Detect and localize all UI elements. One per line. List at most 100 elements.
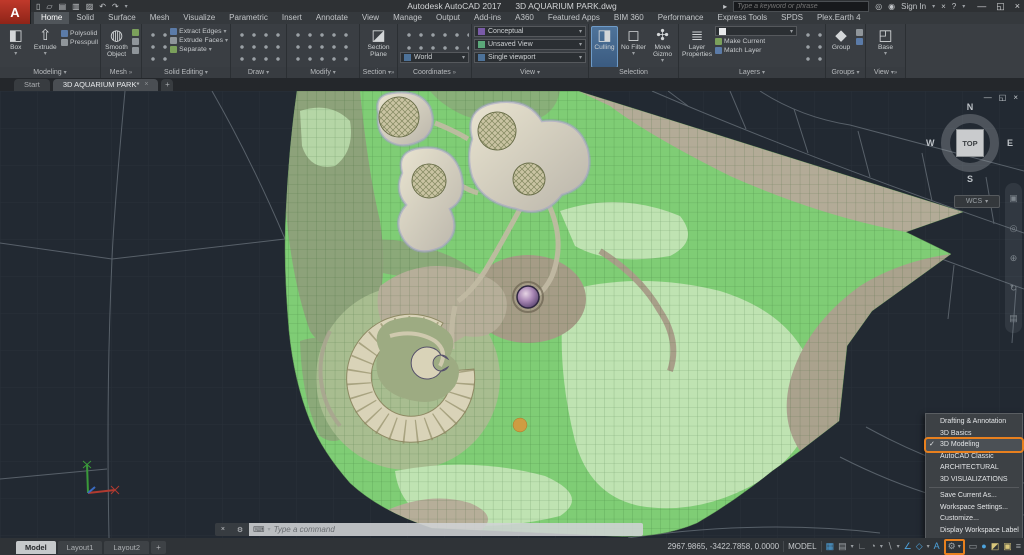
tab-a360[interactable]: A360 — [508, 12, 541, 24]
menu-item-workspace-settings[interactable]: Workspace Settings... — [926, 502, 1022, 514]
ucs-dropdown[interactable]: World▾ — [400, 52, 469, 63]
showmotion-icon[interactable]: ▤ — [1009, 313, 1018, 324]
ortho-mode-icon[interactable]: ∟ — [858, 538, 867, 555]
sphere-feature[interactable] — [513, 282, 543, 312]
ucs-tools-row[interactable] — [400, 26, 469, 37]
polysolid-button[interactable]: Polysolid — [61, 30, 98, 37]
orange-marker[interactable] — [513, 418, 527, 432]
tab-visualize[interactable]: Visualize — [176, 12, 222, 24]
ucs-tools-row2[interactable] — [400, 39, 469, 50]
layer-properties-button[interactable]: ≣Layer Properties — [681, 26, 713, 68]
tab-surface[interactable]: Surface — [101, 12, 143, 24]
tab-insert[interactable]: Insert — [275, 12, 309, 24]
help-dropdown-icon[interactable]: ▾ — [962, 3, 965, 10]
command-line[interactable]: × ⚙ ⌨ ▾ Type a command — [215, 523, 643, 536]
grid-display-icon[interactable]: ▤ — [838, 538, 847, 555]
isolate-objects-icon[interactable]: ◩ — [991, 538, 1000, 555]
layout-tab-layout2[interactable]: Layout2 — [104, 541, 149, 554]
tab-home[interactable]: Home — [34, 12, 69, 24]
visual-style-dropdown[interactable]: Conceptual▾ — [474, 26, 586, 37]
layer-dropdown[interactable]: ▾ — [715, 26, 797, 36]
search-expand-icon[interactable]: ▸ — [723, 2, 727, 11]
tab-addins[interactable]: Add-ins — [467, 12, 508, 24]
layout-tab-model[interactable]: Model — [16, 541, 56, 554]
box-button[interactable]: ◧Box▾ — [2, 26, 30, 68]
panel-label-layers[interactable]: Layers ▾ — [679, 67, 825, 78]
base-button[interactable]: ◰Base▾ — [870, 26, 902, 68]
panel-label-solid-editing[interactable]: Solid Editing ▾ — [142, 67, 230, 78]
restore-button[interactable]: ◱ — [996, 1, 1005, 12]
customize-icon[interactable]: ≡ — [1016, 538, 1021, 555]
group-tool-icon[interactable] — [856, 29, 863, 36]
culling-button[interactable]: ◨Culling — [591, 26, 618, 68]
viewport-minimize-icon[interactable]: — — [984, 93, 992, 102]
hardware-acceleration-icon[interactable]: ● — [981, 538, 986, 555]
file-tab-document[interactable]: 3D AQUARIUM PARK*× — [53, 79, 159, 91]
tab-mesh[interactable]: Mesh — [143, 12, 177, 24]
drawing-area[interactable]: — ◱ × TOP N S W E WCS▾ ▣ ◎ ⊕ ↻ ▤ × ⚙ — [0, 91, 1024, 538]
new-layout-button[interactable]: + — [151, 541, 166, 554]
tab-plexearth[interactable]: Plex.Earth 4 — [810, 12, 868, 24]
mesh-tool-icon[interactable] — [132, 29, 139, 36]
viewcube-east[interactable]: E — [1007, 138, 1013, 148]
command-close-icon[interactable]: × — [221, 526, 225, 533]
mesh-tool-icon[interactable] — [132, 38, 139, 45]
menu-item-architectural[interactable]: ARCHITECTURAL — [926, 462, 1022, 474]
extract-edges-button[interactable]: Extract Edges▾ — [170, 28, 228, 35]
presspull-button[interactable]: Presspull — [61, 39, 98, 46]
viewcube-north[interactable]: N — [932, 102, 1008, 112]
sign-in-dropdown-icon[interactable]: ▾ — [932, 3, 935, 10]
menu-item-3d-visualizations[interactable]: 3D VISUALIZATIONS — [926, 474, 1022, 486]
tab-annotate[interactable]: Annotate — [309, 12, 355, 24]
tab-performance[interactable]: Performance — [651, 12, 711, 24]
chevron-down-icon[interactable]: ▾ — [880, 543, 883, 550]
match-layer-button[interactable]: Match Layer — [715, 47, 797, 54]
named-view-dropdown[interactable]: Unsaved View▾ — [474, 39, 586, 50]
search-icon[interactable]: ◎ — [875, 2, 882, 11]
viewport-config-dropdown[interactable]: Single viewport▾ — [474, 52, 586, 63]
drawing-viewport[interactable] — [0, 91, 1024, 538]
panel-label-modify[interactable]: Modify ▾ — [287, 67, 359, 78]
section-plane-button[interactable]: ◪Section Plane — [362, 26, 395, 68]
tab-bim360[interactable]: BIM 360 — [607, 12, 651, 24]
close-button[interactable]: × — [1015, 1, 1020, 12]
panel-label-mesh[interactable]: Mesh » — [101, 67, 141, 78]
viewcube-south[interactable]: S — [932, 174, 1008, 184]
layout-tab-layout1[interactable]: Layout1 — [58, 541, 103, 554]
no-filter-button[interactable]: ◻No Filter▾ — [620, 26, 647, 68]
menu-item-3d-basics[interactable]: 3D Basics — [926, 428, 1022, 440]
chevron-down-icon[interactable]: ▾ — [851, 543, 854, 550]
group-button[interactable]: ◆Group — [828, 26, 854, 68]
zoom-extents-icon[interactable]: ⊕ — [1010, 253, 1018, 264]
help-icon[interactable]: ? — [952, 2, 956, 11]
tab-solid[interactable]: Solid — [69, 12, 101, 24]
viewcube-top-face[interactable]: TOP — [956, 129, 984, 157]
menu-item-drafting-annotation[interactable]: Drafting & Annotation — [926, 416, 1022, 428]
solid-editing-tools-grid[interactable] — [144, 26, 168, 62]
command-customize-icon[interactable]: ⚙ — [237, 526, 243, 534]
panel-label-draw[interactable]: Draw ▾ — [231, 67, 286, 78]
model-space-toggle[interactable]: MODEL — [788, 542, 816, 551]
menu-item-autocad-classic[interactable]: AutoCAD Classic — [926, 451, 1022, 463]
group-tool-icon[interactable] — [856, 38, 863, 45]
move-gizmo-button[interactable]: ✣Move Gizmo▾ — [649, 26, 676, 68]
tab-output[interactable]: Output — [429, 12, 467, 24]
mesh-tool-icon[interactable] — [132, 47, 139, 54]
menu-item-save-current-as[interactable]: Save Current As... — [926, 490, 1022, 502]
panel-label-groups[interactable]: Groups ▾ — [826, 67, 865, 78]
panel-label-section[interactable]: Section ▾» — [360, 67, 397, 78]
menu-item-display-workspace-label[interactable]: Display Workspace Label — [926, 525, 1022, 537]
full-nav-wheel-icon[interactable]: ▣ — [1009, 193, 1018, 204]
annotation-scale-icon[interactable]: A — [934, 538, 940, 555]
pan-icon[interactable]: ◎ — [1010, 223, 1018, 234]
draw-tools-grid[interactable] — [233, 26, 283, 62]
tab-featured-apps[interactable]: Featured Apps — [541, 12, 607, 24]
tab-spds[interactable]: SPDS — [774, 12, 810, 24]
orbit-icon[interactable]: ↻ — [1010, 283, 1018, 294]
menu-item-customize[interactable]: Customize... — [926, 513, 1022, 525]
workspace-gear-icon[interactable]: ⚙ — [948, 538, 956, 555]
panel-label-view2[interactable]: View ▾» — [866, 67, 905, 78]
application-menu-button[interactable]: A — [0, 0, 31, 24]
modify-tools-grid[interactable] — [289, 26, 356, 62]
viewcube-west[interactable]: W — [926, 138, 935, 148]
